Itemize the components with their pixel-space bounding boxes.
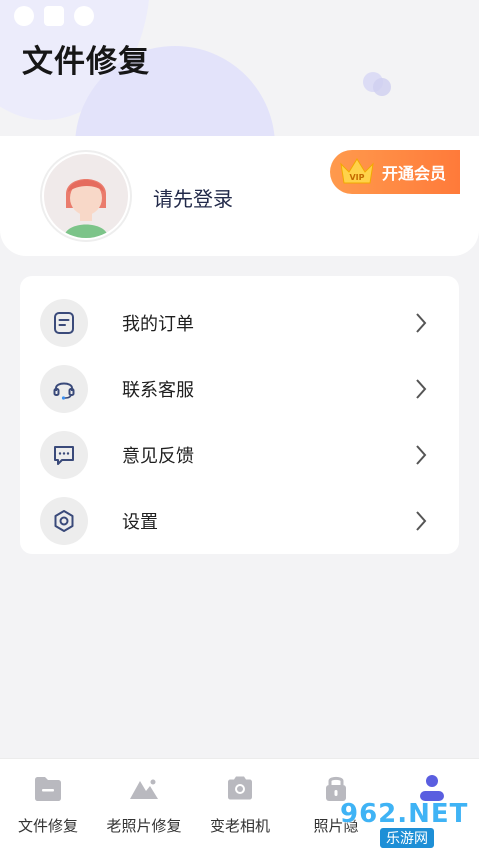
gear-icon [40, 497, 88, 545]
menu-item-customer-service[interactable]: 联系客服 [20, 356, 459, 422]
vip-button-label: 开通会员 [382, 164, 447, 183]
watermark-top-text: 962.NET [340, 799, 469, 829]
menu-item-settings[interactable]: 设置 [20, 488, 459, 554]
camera-icon [228, 776, 252, 800]
watermark-bottom-text: 乐游网 [380, 828, 434, 848]
decor-dot [373, 78, 391, 96]
status-icon [14, 6, 34, 26]
menu-card: 我的订单 联系客服 意见反馈 设置 [20, 276, 459, 554]
nav-tab-aging-camera[interactable]: 变老相机 [192, 767, 288, 847]
order-list-icon [40, 299, 88, 347]
chevron-right-icon [416, 445, 427, 465]
nav-tab-label: 变老相机 [209, 817, 270, 835]
menu-item-label: 联系客服 [122, 380, 194, 401]
nav-tab-file-repair[interactable]: 文件修复 [0, 767, 96, 847]
chevron-right-icon [416, 313, 427, 333]
nav-tab-old-photo-repair[interactable]: 老照片修复 [96, 767, 192, 847]
chat-bubble-icon [40, 431, 88, 479]
folder-icon [35, 777, 61, 801]
status-icon [44, 6, 64, 26]
mountain-photo-icon [130, 779, 158, 799]
menu-item-label: 我的订单 [122, 314, 194, 335]
nav-tab-label: 老照片修复 [106, 817, 182, 835]
login-prompt[interactable]: 请先登录 [153, 183, 233, 212]
default-avatar-icon [64, 179, 108, 238]
nav-tab-label: 文件修复 [17, 817, 78, 835]
crown-icon: VIP [340, 158, 374, 184]
avatar[interactable] [40, 150, 132, 242]
vip-badge-text: VIP [349, 173, 364, 182]
page-title: 文件修复 [22, 44, 150, 80]
menu-item-orders[interactable]: 我的订单 [20, 290, 459, 356]
menu-item-label: 设置 [122, 512, 158, 533]
chevron-right-icon [416, 379, 427, 399]
menu-item-label: 意见反馈 [122, 446, 194, 467]
status-bar-icons [14, 6, 94, 26]
menu-item-feedback[interactable]: 意见反馈 [20, 422, 459, 488]
watermark-logo: 962.NET 乐游网 [340, 799, 475, 848]
status-icon [74, 6, 94, 26]
headset-icon [40, 365, 88, 413]
chevron-right-icon [416, 511, 427, 531]
vip-membership-button[interactable]: VIP 开通会员 [330, 150, 460, 194]
